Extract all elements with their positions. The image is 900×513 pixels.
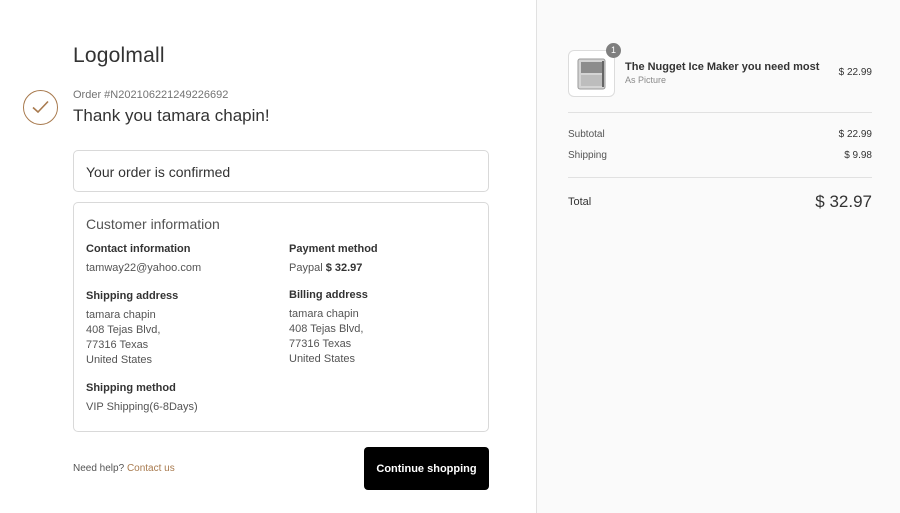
summary-divider <box>568 177 872 178</box>
order-confirmed-badge <box>23 90 58 125</box>
payment-amount: $ 32.97 <box>325 262 363 274</box>
subtotal-label: Subtotal <box>568 129 605 140</box>
total-label: Total <box>568 196 592 208</box>
contact-information-label: Contact information <box>86 243 191 255</box>
shipping-address: tamara chapin 408 Tejas Blvd, 77316 Texa… <box>86 308 276 368</box>
thank-you-heading: Thank you tamara chapin! <box>73 106 270 125</box>
order-confirmed-box: Your order is confirmed <box>73 150 489 192</box>
customer-info-left-column: Contact information tamway22@yahoo.com S… <box>86 243 276 415</box>
shipping-value: $ 9.98 <box>844 150 872 161</box>
billing-address-line: United States <box>289 353 356 365</box>
help-text: Need help? Contact us <box>73 463 175 474</box>
checkmark-icon <box>32 100 49 114</box>
payment-method-value: Paypal $ 32.97 <box>289 261 479 276</box>
ice-maker-product-image <box>577 58 606 90</box>
order-number: Order #N202106221249226692 <box>73 89 229 101</box>
product-price: $ 22.99 <box>838 67 872 78</box>
billing-address-line: tamara chapin <box>289 308 359 320</box>
payment-method-label: Payment method <box>289 243 378 255</box>
summary-divider <box>568 112 872 113</box>
billing-address-label: Billing address <box>289 289 368 301</box>
billing-address-line: 408 Tejas Blvd, <box>289 323 364 335</box>
subtotal-value: $ 22.99 <box>838 129 872 140</box>
payment-method-name: Paypal <box>289 262 323 274</box>
shipping-method-value: VIP Shipping(6-8Days) <box>86 401 198 413</box>
shipping-method-label: Shipping method <box>86 382 176 394</box>
shipping-address-label: Shipping address <box>86 290 179 302</box>
shipping-label: Shipping <box>568 150 607 161</box>
shipping-address-line: tamara chapin <box>86 309 156 321</box>
shipping-address-line: United States <box>86 354 153 366</box>
customer-info-right-column: Payment method Paypal $ 32.97 Billing ad… <box>289 243 479 367</box>
product-thumbnail <box>568 50 615 97</box>
total-value: $ 32.97 <box>815 192 872 211</box>
billing-address: tamara chapin 408 Tejas Blvd, 77316 Texa… <box>289 307 479 367</box>
contact-us-link[interactable]: Contact us <box>127 463 175 474</box>
product-name: The Nugget Ice Maker you need most <box>625 61 820 73</box>
shipping-address-line: 77316 Texas <box>86 339 149 351</box>
product-variant: As Picture <box>625 75 667 85</box>
order-confirmed-text: Your order is confirmed <box>86 164 231 180</box>
customer-information-box: Customer information Contact information… <box>73 202 489 432</box>
need-help-label: Need help? <box>73 463 125 474</box>
contact-email: tamway22@yahoo.com <box>86 262 202 274</box>
quantity-badge: 1 <box>606 43 621 58</box>
shipping-address-line: 408 Tejas Blvd, <box>86 324 161 336</box>
billing-address-line: 77316 Texas <box>289 338 352 350</box>
continue-shopping-button[interactable]: Continue shopping <box>364 447 489 490</box>
main-panel: Logolmall Order #N202106221249226692 Tha… <box>0 0 536 513</box>
customer-information-title: Customer information <box>86 216 220 232</box>
store-logo[interactable]: Logolmall <box>73 44 165 68</box>
